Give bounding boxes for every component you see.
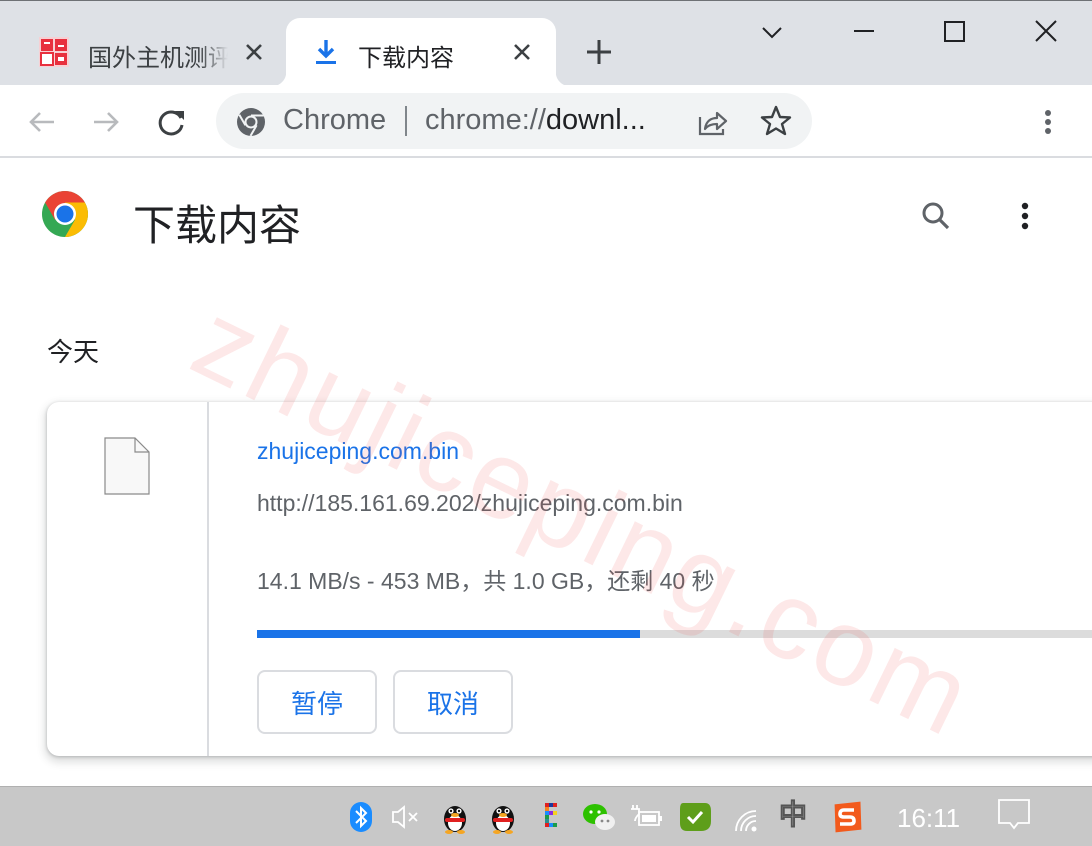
- maximize-icon[interactable]: [934, 15, 974, 51]
- tab-title: 下载内容: [358, 45, 454, 72]
- url-scheme: chrome://: [425, 104, 546, 136]
- wifi-icon[interactable]: [730, 799, 766, 835]
- chrome-logo-icon: [42, 191, 88, 237]
- browser-toolbar: Chrome chrome://downl...: [0, 85, 1092, 158]
- file-icon: [104, 437, 150, 495]
- page-title: 下载内容: [133, 202, 302, 249]
- download-icon: [316, 40, 336, 64]
- date-section-label: 今天: [47, 337, 100, 367]
- system-taskbar: 中 16:11: [0, 786, 1092, 846]
- bluetooth-icon[interactable]: [343, 799, 379, 835]
- qq-icon[interactable]: [437, 799, 473, 835]
- omnibox-separator: [405, 106, 407, 136]
- download-progress-fill: [257, 630, 640, 638]
- sogou-input-icon[interactable]: [830, 799, 866, 835]
- volume-muted-icon[interactable]: [389, 799, 425, 835]
- share-icon[interactable]: [696, 105, 730, 139]
- download-status: 14.1 MB/s - 453 MB，共 1.0 GB，还剩 40 秒: [257, 568, 715, 594]
- tab-downloads[interactable]: 下载内容: [272, 18, 570, 86]
- power-plug-battery-icon[interactable]: [629, 799, 665, 835]
- reload-icon[interactable]: [154, 105, 190, 139]
- page-menu-kebab-icon[interactable]: [1008, 196, 1042, 236]
- card-divider: [207, 402, 209, 756]
- close-tab-icon[interactable]: [510, 40, 534, 64]
- site-favicon-icon: [39, 37, 69, 67]
- chrome-icon: [237, 108, 265, 137]
- browser-menu-kebab-icon[interactable]: [1033, 105, 1063, 139]
- qq-icon[interactable]: [485, 799, 521, 835]
- file-source-url[interactable]: http://185.161.69.202/zhujiceping.com.bi…: [257, 490, 683, 517]
- forward-arrow-icon[interactable]: [88, 105, 124, 139]
- downloads-page: 下载内容 今天 zhujiceping.com.bin http://185.1…: [0, 158, 1092, 786]
- pause-button[interactable]: 暂停: [257, 670, 377, 734]
- tab-search-chevron-icon[interactable]: [752, 15, 792, 51]
- omnibox-chip-label: Chrome: [283, 104, 387, 136]
- url-host: downl...: [545, 104, 646, 136]
- app-grid-icon[interactable]: [533, 799, 569, 835]
- tab-title: 国外主机测评: [88, 45, 228, 72]
- bookmark-star-icon[interactable]: [759, 104, 793, 138]
- cancel-button[interactable]: 取消: [393, 670, 513, 734]
- close-tab-icon[interactable]: [242, 40, 266, 64]
- url-text[interactable]: chrome://downl...: [425, 104, 646, 137]
- back-arrow-icon[interactable]: [24, 105, 60, 139]
- security-check-icon[interactable]: [677, 799, 713, 835]
- download-item: zhujiceping.com.bin http://185.161.69.20…: [47, 402, 1092, 756]
- tab-strip: 国外主机测评 下载内容: [0, 0, 1092, 86]
- minimize-icon[interactable]: [844, 15, 884, 51]
- tab-zhujiceping[interactable]: 国外主机测评: [20, 18, 282, 86]
- window-close-icon[interactable]: [1026, 15, 1066, 51]
- taskbar-clock[interactable]: 16:11: [897, 803, 960, 834]
- action-center-icon[interactable]: [996, 797, 1032, 833]
- file-name-link[interactable]: zhujiceping.com.bin: [257, 438, 459, 465]
- address-bar[interactable]: Chrome chrome://downl...: [216, 93, 812, 149]
- search-icon[interactable]: [916, 196, 956, 236]
- new-tab-plus-icon[interactable]: [584, 37, 614, 67]
- wechat-icon[interactable]: [581, 799, 617, 835]
- download-progress-bar: [257, 630, 1092, 638]
- ime-chinese-indicator[interactable]: 中: [775, 797, 811, 833]
